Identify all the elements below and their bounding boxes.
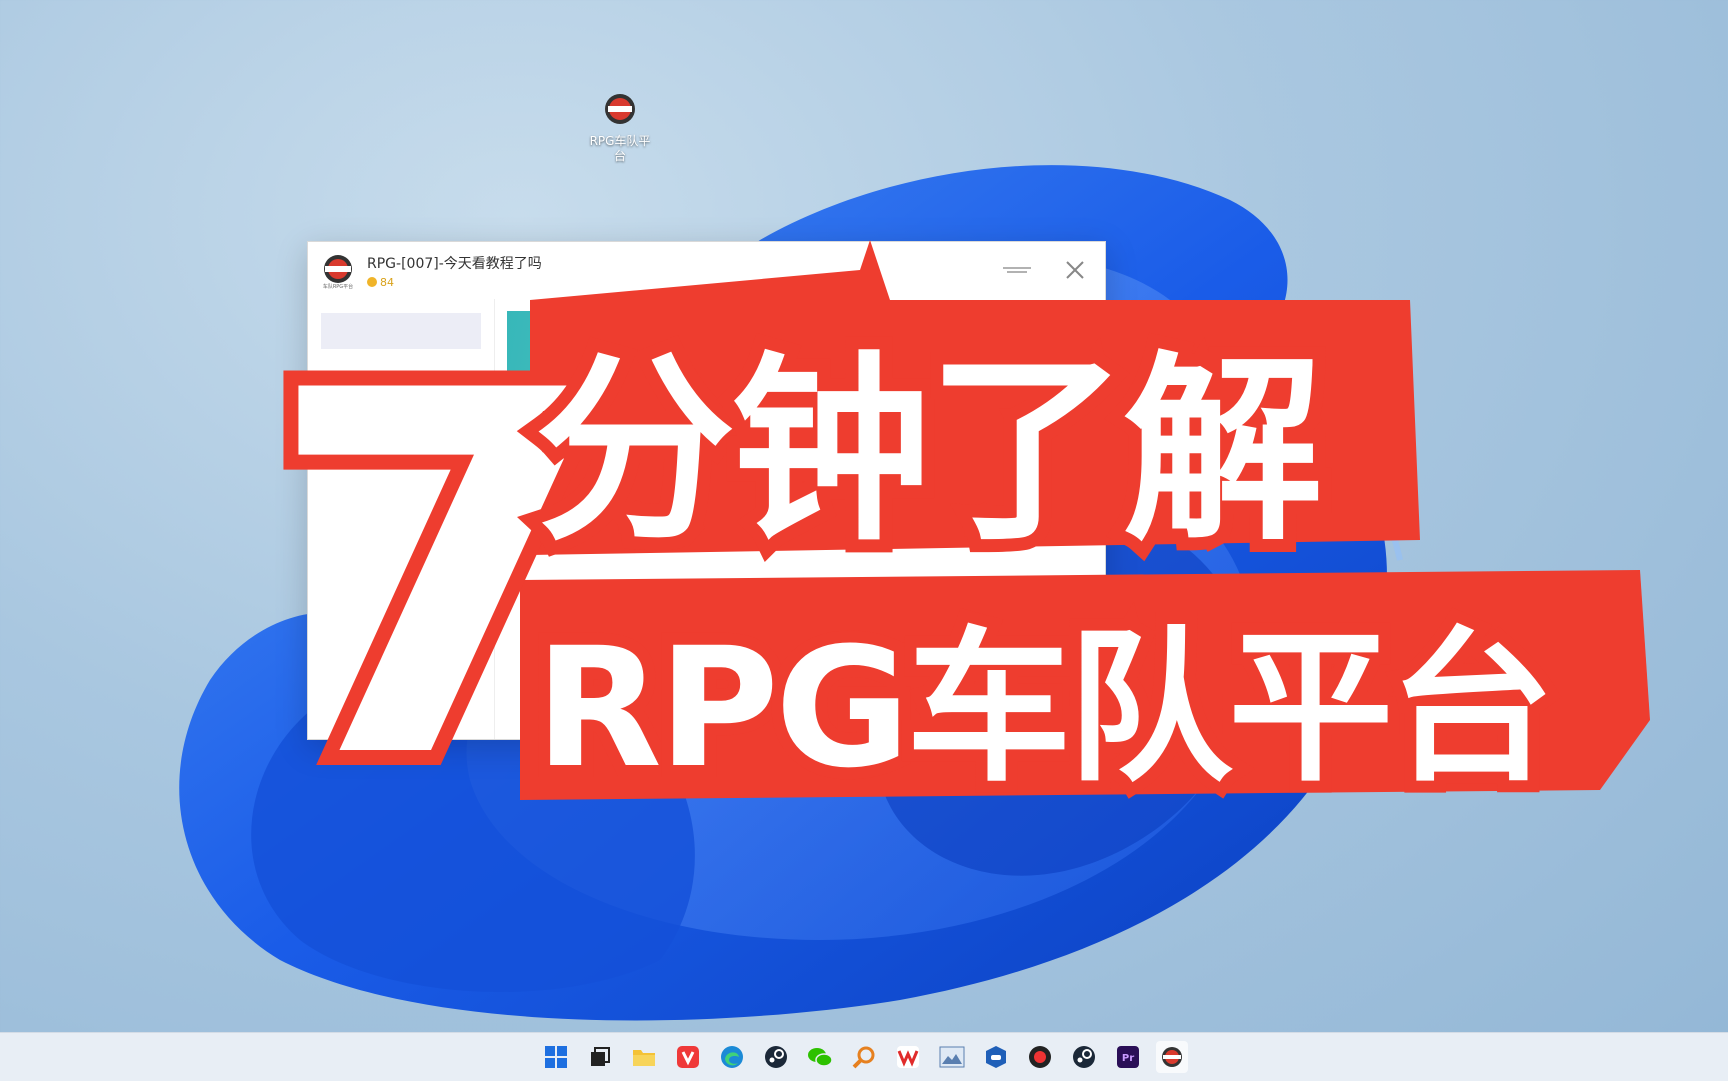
wechat-icon (808, 1048, 833, 1067)
start-icon (545, 1046, 567, 1068)
sidebar-version: 版 (353, 723, 364, 736)
game-controller-button[interactable] (980, 1041, 1012, 1073)
obs-button[interactable] (1024, 1041, 1056, 1073)
rpg-app-icon (1162, 1047, 1182, 1067)
banner-title: RP 器测 (529, 337, 781, 366)
sidebar: RPG车队平台 — 版 (308, 299, 495, 739)
vivaldi-icon (677, 1046, 699, 1068)
coin-count: 84 (380, 275, 394, 289)
steam-button[interactable] (760, 1041, 792, 1073)
taskbar: Pr (0, 1032, 1728, 1081)
premiere-icon: Pr (1117, 1046, 1139, 1068)
desktop-icon-label-line1: RPG车队平 (589, 134, 651, 148)
file-explorer-icon (633, 1050, 655, 1066)
start-button[interactable] (540, 1041, 572, 1073)
banner-title-left: RP (529, 341, 555, 365)
steam-button-2[interactable] (1068, 1041, 1100, 1073)
coin-balance: 84 (367, 276, 542, 289)
desktop-icon-label: RPG车队平 台 (580, 134, 660, 164)
sidebar-item-selected[interactable] (321, 313, 481, 349)
desktop-icon-label-line2: 台 (613, 149, 626, 163)
coin-icon (367, 277, 377, 287)
banner-card: RP 器测 00 签到 (507, 311, 1067, 450)
taskbar-apps: Pr (540, 1033, 1188, 1081)
app-window: 车队RPG平台 RPG-[007]-今天看教程了吗 84 RPG车队平台 — 版… (307, 241, 1106, 740)
game-controller-icon (986, 1046, 1006, 1068)
minimize-icon (1003, 267, 1031, 273)
premiere-button[interactable]: Pr (1112, 1041, 1144, 1073)
wps-icon (897, 1046, 919, 1068)
steam-icon-2 (1073, 1046, 1095, 1068)
edge-icon (721, 1046, 743, 1068)
file-explorer-button[interactable] (628, 1041, 660, 1073)
search-button[interactable] (848, 1041, 880, 1073)
sign-in-button[interactable]: 签到 (967, 343, 1039, 415)
rpg-app-button[interactable] (1156, 1041, 1188, 1073)
search-magnifier-icon (852, 1046, 875, 1069)
window-title: RPG-[007]-今天看教程了吗 (367, 255, 542, 272)
minimize-button[interactable] (999, 256, 1035, 284)
sidebar-footer: RPG车队平台 — (364, 692, 453, 706)
wps-button[interactable] (892, 1041, 924, 1073)
task-view-button[interactable] (584, 1041, 616, 1073)
banner-subtitle: 00 (607, 373, 624, 388)
svg-text:Pr: Pr (1122, 1053, 1134, 1064)
task-view-icon (591, 1047, 610, 1066)
window-titlebar[interactable]: 车队RPG平台 RPG-[007]-今天看教程了吗 84 (308, 242, 1105, 299)
app-logo-icon: 车队RPG平台 (323, 254, 353, 290)
app-logo-text: 车队RPG平台 (323, 283, 353, 290)
close-button[interactable] (1057, 256, 1093, 284)
photos-button[interactable] (936, 1041, 968, 1073)
close-icon (1066, 261, 1084, 279)
vivaldi-button[interactable] (672, 1041, 704, 1073)
steam-icon (765, 1046, 787, 1068)
obs-record-icon (1029, 1046, 1051, 1068)
edge-button[interactable] (716, 1041, 748, 1073)
photos-icon (939, 1046, 965, 1068)
rpg-logo-icon (605, 94, 635, 124)
banner-title-right: 器测 (741, 341, 782, 365)
wechat-button[interactable] (804, 1041, 836, 1073)
desktop-shortcut-rpg[interactable]: RPG车队平 台 (580, 92, 660, 164)
